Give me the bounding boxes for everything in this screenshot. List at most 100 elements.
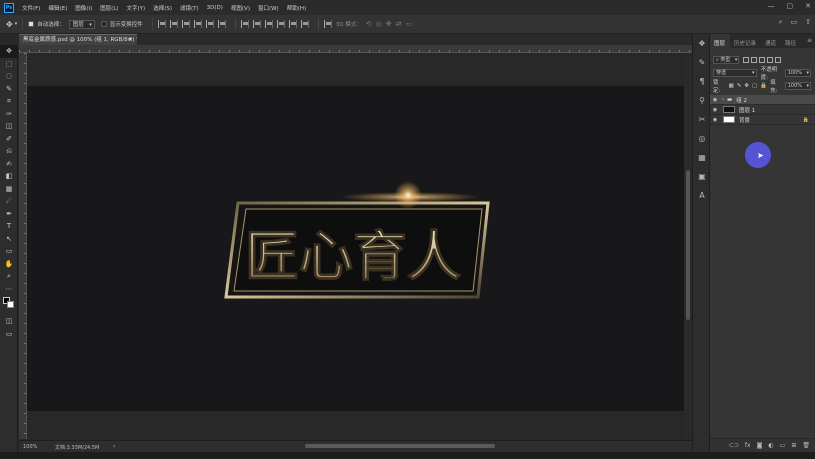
brush-settings-icon[interactable]: ✎ <box>693 53 711 72</box>
lock-transparent-icon[interactable]: ▦ <box>729 83 734 89</box>
menu-view[interactable]: 视图(V) <box>231 4 250 12</box>
chevron-right-icon[interactable]: › <box>722 97 724 103</box>
stamp-tool-icon[interactable]: ⎌ <box>0 145 18 158</box>
frame-tool-icon[interactable]: ◫ <box>0 120 18 133</box>
lock-artboard-icon[interactable]: ▢ <box>752 83 757 89</box>
move-tool-icon[interactable]: ✥ <box>0 45 18 58</box>
show-transform-checkbox[interactable] <box>100 21 107 27</box>
zoom-tool-icon[interactable]: ⌕ <box>0 270 18 283</box>
lock-all-icon[interactable]: 🔒 <box>760 83 767 89</box>
visibility-eye-icon[interactable]: ◉ <box>710 97 720 103</box>
layer-name[interactable]: 图层 1 <box>739 106 755 114</box>
filter-shape-icon[interactable] <box>767 57 774 63</box>
auto-align-icon[interactable] <box>323 20 332 28</box>
swatches-icon[interactable]: ▦ <box>693 148 711 167</box>
libraries-icon[interactable]: ▣ <box>693 167 711 186</box>
tab-paths[interactable]: 路径 <box>781 34 801 48</box>
panel-menu-icon[interactable]: ≡ <box>807 37 812 44</box>
blend-mode-dropdown[interactable]: 穿透 <box>713 69 757 77</box>
tab-channels[interactable]: 通道 <box>761 34 781 48</box>
distribute-top-icon[interactable] <box>240 20 249 28</box>
filter-type-icon[interactable] <box>759 57 766 63</box>
character-icon[interactable]: A <box>693 186 711 205</box>
close-tab-icon[interactable]: × <box>128 35 133 45</box>
add-mask-icon[interactable]: ◙ <box>757 442 763 449</box>
3d-rotate-icon[interactable]: ⟲ <box>366 20 372 28</box>
eyedropper-tool-icon[interactable]: ✑ <box>0 108 18 121</box>
eraser-tool-icon[interactable]: ◧ <box>0 170 18 183</box>
minimize-icon[interactable]: — <box>768 2 775 10</box>
layer-row[interactable]: ◉ 背景 🔒 <box>710 115 815 125</box>
trash-icon[interactable]: 🗑 <box>802 442 810 449</box>
distribute-bottom-icon[interactable] <box>264 20 273 28</box>
menu-layer[interactable]: 图层(L) <box>100 4 118 12</box>
hand-tool-icon[interactable]: ✋ <box>0 258 18 271</box>
document-tab[interactable]: 黑底金属质感.psd @ 100% (组 1, RGB/8#) * × <box>19 34 139 45</box>
tab-layers[interactable]: 图层 <box>710 34 731 48</box>
fx-icon[interactable]: fx <box>745 442 751 449</box>
lock-position-icon[interactable]: ✥ <box>744 83 749 89</box>
zoom-level[interactable]: 100% <box>23 444 37 450</box>
workspace-icon[interactable]: ▭ <box>791 18 798 27</box>
new-group-icon[interactable]: ▭ <box>780 442 786 449</box>
align-middle-icon[interactable] <box>205 20 214 28</box>
lasso-tool-icon[interactable]: ◌ <box>0 70 18 83</box>
new-layer-icon[interactable]: ⊞ <box>791 442 796 449</box>
pen-tool-icon[interactable]: ✒ <box>0 208 18 221</box>
distribute-middle-icon[interactable] <box>252 20 261 28</box>
brush-tool-icon[interactable]: ✐ <box>0 133 18 146</box>
3d-scale-icon[interactable]: ▭ <box>405 20 412 28</box>
menu-window[interactable]: 窗口(W) <box>258 4 279 12</box>
crop-tool-icon[interactable]: ⌗ <box>0 95 18 108</box>
chevron-down-icon[interactable]: ▾ <box>15 21 18 27</box>
search-icon[interactable]: ⌕ <box>779 18 783 27</box>
learn-icon[interactable]: ❖ <box>693 34 711 53</box>
link-layers-icon[interactable]: ⊂⊃ <box>729 442 739 449</box>
align-bottom-icon[interactable] <box>217 20 226 28</box>
path-select-tool-icon[interactable]: ↖ <box>0 233 18 246</box>
align-left-icon[interactable] <box>157 20 166 28</box>
tab-history[interactable]: 历史记录 <box>730 34 761 48</box>
auto-select-dropdown[interactable]: 图层 <box>68 19 95 29</box>
menu-image[interactable]: 图像(I) <box>75 4 92 12</box>
history-brush-tool-icon[interactable]: ✍ <box>0 158 18 171</box>
move-tool-icon[interactable]: ✥ <box>6 20 13 29</box>
share-icon[interactable]: ⇧ <box>805 18 811 27</box>
close-icon[interactable]: ✕ <box>805 2 811 10</box>
vertical-scrollbar-thumb[interactable] <box>686 170 690 320</box>
auto-select-checkbox[interactable] <box>28 21 35 27</box>
menu-file[interactable]: 文件(F) <box>22 4 40 12</box>
shape-tool-icon[interactable]: ▭ <box>0 245 18 258</box>
distribute-left-icon[interactable] <box>276 20 285 28</box>
more-tools-icon[interactable]: ⋯ <box>0 283 18 296</box>
filter-smart-object-icon[interactable] <box>775 57 782 63</box>
layer-row[interactable]: ◉ 图层 1 <box>710 105 815 115</box>
blur-tool-icon[interactable]: ☄ <box>0 195 18 208</box>
align-center-icon[interactable] <box>169 20 178 28</box>
color-wheel-icon[interactable]: ◎ <box>693 129 711 148</box>
color-swatches[interactable] <box>0 295 18 315</box>
marquee-tool-icon[interactable]: ⬚ <box>0 58 18 71</box>
layer-name[interactable]: 背景 <box>739 116 750 124</box>
paragraph-icon[interactable]: ¶ <box>693 72 711 91</box>
distribute-right-icon[interactable] <box>300 20 309 28</box>
filter-pixel-icon[interactable] <box>743 57 750 63</box>
maximize-icon[interactable]: ▢ <box>787 2 794 10</box>
quick-mask-icon[interactable]: ◫ <box>0 315 18 328</box>
distribute-center-icon[interactable] <box>288 20 297 28</box>
magic-wand-tool-icon[interactable]: ✎ <box>0 83 18 96</box>
filter-kind-dropdown[interactable]: ⌕ 类型 <box>713 56 740 64</box>
lock-pixels-icon[interactable]: ✎ <box>737 83 742 89</box>
menu-type[interactable]: 文字(Y) <box>127 4 146 12</box>
3d-roll-icon[interactable]: ◎ <box>376 20 382 28</box>
screen-mode-icon[interactable]: ▭ <box>0 328 18 341</box>
opacity-input[interactable]: 100% <box>784 69 811 77</box>
filter-adjustment-icon[interactable] <box>751 57 758 63</box>
align-top-icon[interactable] <box>193 20 202 28</box>
fill-input[interactable]: 100% <box>784 82 811 90</box>
3d-drag-icon[interactable]: ✥ <box>386 20 392 28</box>
visibility-eye-icon[interactable]: ◉ <box>710 107 720 113</box>
menu-filter[interactable]: 滤镜(T) <box>180 4 199 12</box>
properties-icon[interactable]: ⚲ <box>693 91 711 110</box>
menu-select[interactable]: 选择(S) <box>153 4 172 12</box>
